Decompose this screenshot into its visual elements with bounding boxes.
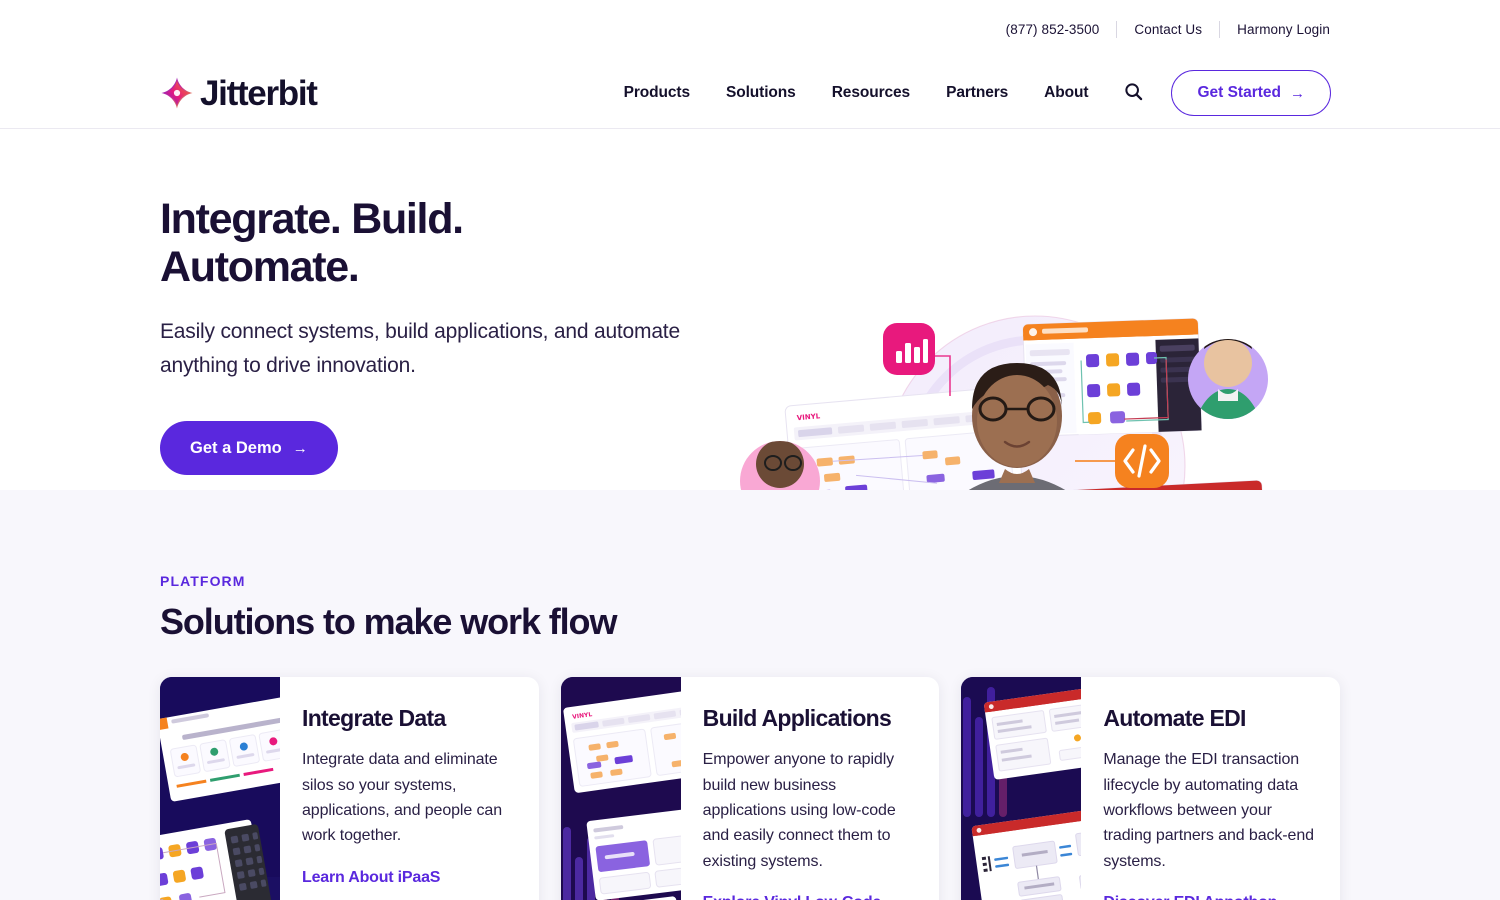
build-applications-thumbnail: VINYL bbox=[560, 677, 681, 900]
get-a-demo-button[interactable]: Get a Demo → bbox=[160, 421, 338, 476]
hero-title: Integrate. Build. Automate. bbox=[160, 195, 720, 291]
logo-wordmark: Jitterbit bbox=[200, 73, 318, 113]
platform-section: PLATFORM Solutions to make work flow Int… bbox=[0, 490, 1500, 900]
automate-edi-thumbnail bbox=[961, 677, 1082, 900]
hero-subtitle: Easily connect systems, build applicatio… bbox=[160, 320, 680, 378]
get-a-demo-label: Get a Demo bbox=[190, 438, 282, 457]
card-automate-edi[interactable]: Automate EDI Manage the EDI transaction … bbox=[961, 677, 1341, 900]
code-badge bbox=[1115, 434, 1169, 488]
integrate-data-thumbnail bbox=[160, 677, 280, 900]
card-link[interactable]: Discover EDI Appothon bbox=[1103, 894, 1277, 900]
search-icon bbox=[1124, 82, 1143, 104]
get-started-label: Get Started bbox=[1197, 84, 1281, 101]
contact-us-link[interactable]: Contact Us bbox=[1117, 22, 1219, 37]
solution-cards: Integrate Data Integrate data and elimin… bbox=[160, 677, 1341, 900]
phone-link[interactable]: (877) 852-3500 bbox=[989, 22, 1117, 37]
nav-item-resources[interactable]: Resources bbox=[814, 84, 928, 102]
card-description: Integrate data and eliminate silos so yo… bbox=[302, 751, 503, 845]
arrow-right-icon: → bbox=[1290, 84, 1305, 102]
card-link[interactable]: Learn About iPaaS bbox=[302, 869, 440, 887]
card-link[interactable]: Explore Vinyl Low-Code bbox=[703, 894, 882, 900]
analytics-badge bbox=[883, 323, 935, 375]
card-title: Automate EDI bbox=[1103, 705, 1246, 731]
arrow-right-icon: → bbox=[292, 439, 308, 457]
sparkle-star-icon bbox=[160, 76, 194, 110]
card-integrate-data[interactable]: Integrate Data Integrate data and elimin… bbox=[160, 677, 539, 900]
hero-section: Integrate. Build. Automate. Easily conne… bbox=[0, 129, 1500, 619]
logo-home-link[interactable]: Jitterbit bbox=[160, 73, 318, 113]
nav-item-solutions[interactable]: Solutions bbox=[708, 84, 814, 102]
section-eyebrow: PLATFORM bbox=[160, 573, 246, 589]
get-started-button[interactable]: Get Started → bbox=[1171, 70, 1331, 116]
nav-item-partners[interactable]: Partners bbox=[928, 84, 1026, 102]
site-header: Jitterbit Products Solutions Resources P… bbox=[0, 58, 1500, 129]
nav-item-products[interactable]: Products bbox=[606, 84, 708, 102]
nav-item-about[interactable]: About bbox=[1026, 84, 1106, 102]
hero-title-line-2: Automate. bbox=[160, 243, 360, 292]
card-description: Manage the EDI transaction lifecycle by … bbox=[1103, 751, 1314, 870]
primary-nav: Products Solutions Resources Partners Ab… bbox=[606, 70, 1331, 116]
hero-title-line-1: Integrate. Build. bbox=[160, 195, 464, 243]
search-button[interactable] bbox=[1106, 82, 1157, 104]
card-title: Integrate Data bbox=[302, 705, 446, 731]
utility-bar: (877) 852-3500 Contact Us Harmony Login bbox=[0, 0, 1500, 58]
harmony-login-link[interactable]: Harmony Login bbox=[1220, 22, 1330, 37]
page-title: Solutions to make work flow bbox=[160, 601, 617, 642]
card-title: Build Applications bbox=[702, 705, 892, 731]
card-description: Empower anyone to rapidly build new busi… bbox=[702, 751, 896, 870]
card-build-applications[interactable]: VINYL Build Applications Empower anyone … bbox=[560, 677, 940, 900]
